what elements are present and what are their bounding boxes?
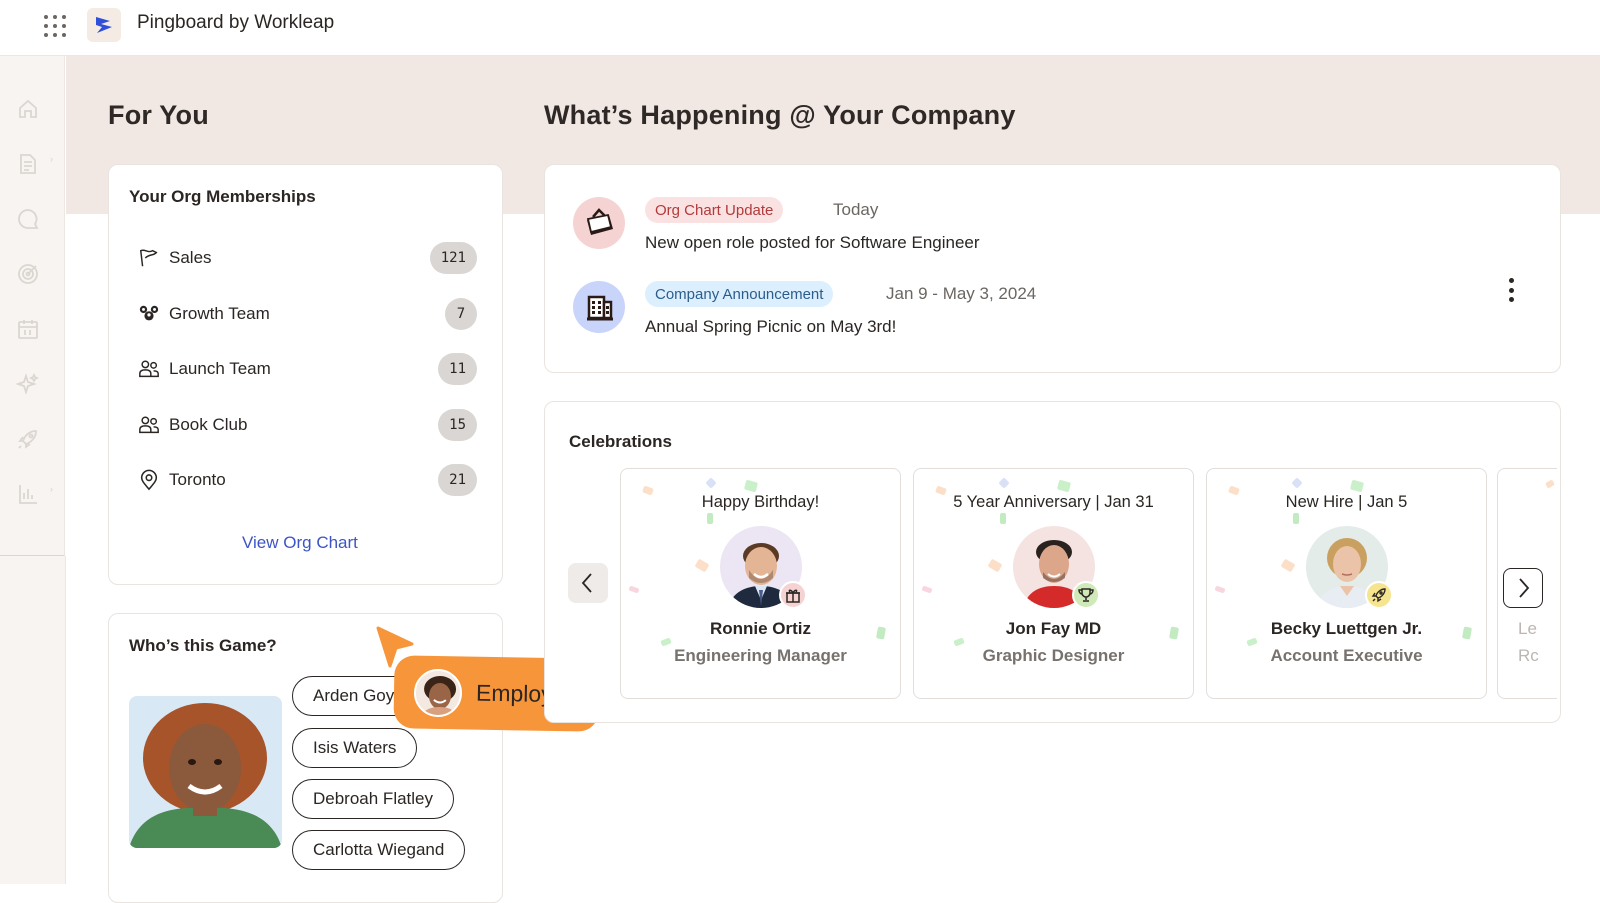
- game-option-isis-waters[interactable]: Isis Waters: [292, 728, 418, 768]
- game-option-debroah-flatley[interactable]: Debroah Flatley: [292, 779, 455, 819]
- sidebar-item-highlights[interactable]: [14, 370, 42, 398]
- company-feed-card: Org Chart Update Today New open role pos…: [544, 164, 1561, 373]
- sidebar-item-documents[interactable]: [14, 150, 42, 178]
- membership-label: Book Club: [169, 415, 248, 434]
- top-bar: Pingboard by Workleap: [0, 0, 1600, 56]
- app-launcher-grid-icon[interactable]: [42, 13, 68, 39]
- location-pin-icon: [137, 468, 161, 492]
- feed-category-tag[interactable]: Org Chart Update: [645, 197, 784, 223]
- employee-avatar: [413, 668, 463, 717]
- people-icon: [137, 413, 161, 437]
- membership-label: Toronto: [169, 470, 226, 489]
- carousel-prev-button[interactable]: [568, 563, 608, 603]
- celebration-card-new-hire[interactable]: New Hire | Jan 5 Becky Luettgen Jr. Acco…: [1206, 468, 1487, 699]
- game-option-carlotta-wiegand[interactable]: Carlotta Wiegand: [292, 830, 466, 870]
- game-title: Who’s this Game?: [129, 636, 277, 655]
- carousel-next-button[interactable]: [1503, 568, 1543, 608]
- org-memberships-card: Your Org Memberships Sales 121 Growth Te…: [108, 164, 503, 585]
- team-group-icon: [137, 302, 161, 326]
- celebration-role: Engineering Manager: [674, 646, 847, 665]
- chevron-right-icon[interactable]: ›: [50, 484, 53, 494]
- celebration-role: Account Executive: [1270, 646, 1423, 665]
- pingboard-logo[interactable]: [87, 8, 121, 42]
- membership-item-growth-team[interactable]: Growth Team 7: [137, 296, 477, 332]
- celebration-name: Le: [1518, 619, 1537, 638]
- sidebar-item-reports[interactable]: [14, 480, 42, 508]
- membership-item-sales[interactable]: Sales 121: [137, 240, 477, 276]
- flag-icon: [137, 246, 161, 270]
- rocket-icon: [18, 430, 37, 449]
- celebration-card-anniversary[interactable]: 5 Year Anniversary | Jan 31 Jon Fay MD G…: [913, 468, 1194, 699]
- for-you-title: For You: [108, 100, 209, 130]
- member-count-badge: 7: [445, 298, 477, 330]
- chat-bubble-icon: [18, 209, 39, 229]
- sidebar-item-onboarding[interactable]: [14, 425, 42, 453]
- membership-label: Launch Team: [169, 359, 271, 378]
- sidebar-item-calendar[interactable]: [14, 315, 42, 343]
- whats-happening-title: What’s Happening @ Your Company: [544, 100, 1016, 130]
- building-icon: [573, 281, 625, 333]
- membership-label: Growth Team: [169, 304, 270, 323]
- target-icon: [18, 264, 38, 284]
- membership-item-book-club[interactable]: Book Club 15: [137, 407, 477, 443]
- feed-category-tag[interactable]: Company Announcement: [645, 281, 834, 307]
- celebration-card-birthday[interactable]: Happy Birthday! Ronnie Ortiz Engineering…: [620, 468, 901, 699]
- gift-icon: [779, 581, 807, 609]
- people-icon: [137, 357, 161, 381]
- feed-item[interactable]: Org Chart Update Today New open role pos…: [573, 197, 1473, 269]
- org-memberships-title: Your Org Memberships: [129, 187, 316, 206]
- chevron-right-icon: [1519, 578, 1530, 598]
- celebration-heading: Happy Birthday!: [701, 493, 820, 511]
- celebration-name: Jon Fay MD: [1005, 619, 1102, 638]
- game-person-photo: [129, 696, 282, 848]
- rocket-icon: [1365, 581, 1393, 609]
- membership-item-toronto[interactable]: Toronto 21: [137, 462, 477, 498]
- member-count-badge: 21: [438, 464, 477, 496]
- view-org-chart-link[interactable]: View Org Chart: [242, 533, 358, 553]
- briefcase-icon: [573, 197, 625, 249]
- feed-text: New open role posted for Software Engine…: [645, 233, 980, 252]
- sidebar-item-home[interactable]: [14, 95, 42, 123]
- chevron-right-icon[interactable]: ›: [50, 154, 53, 164]
- feed-date: Jan 9 - May 3, 2024: [886, 284, 1037, 303]
- celebration-heading: New Hire | Jan 5: [1285, 493, 1408, 511]
- celebration-role: Rc: [1518, 646, 1539, 665]
- calendar-icon: [18, 320, 38, 339]
- feed-text: Annual Spring Picnic on May 3rd!: [645, 317, 897, 336]
- celebration-name: Becky Luettgen Jr.: [1270, 619, 1423, 638]
- membership-item-launch-team[interactable]: Launch Team 11: [137, 351, 477, 387]
- celebration-heading: 5 Year Anniversary | Jan 31: [953, 493, 1154, 511]
- bar-chart-icon: [19, 485, 37, 504]
- chevron-left-icon: [581, 573, 592, 593]
- sidebar-nav: › ›: [0, 56, 65, 556]
- app-title: Pingboard by Workleap: [137, 12, 335, 33]
- sidebar-item-chat[interactable]: [14, 205, 42, 233]
- sparkle-icon: [16, 372, 40, 395]
- celebration-role: Graphic Designer: [982, 646, 1125, 665]
- more-options-icon[interactable]: [1504, 276, 1518, 304]
- home-icon: [19, 99, 37, 118]
- membership-label: Sales: [169, 248, 212, 267]
- member-count-badge: 15: [438, 409, 477, 441]
- celebration-name: Ronnie Ortiz: [709, 619, 812, 638]
- document-icon: [20, 154, 36, 174]
- feed-date: Today: [833, 200, 879, 219]
- celebrations-title: Celebrations: [569, 432, 672, 451]
- sidebar-item-goals[interactable]: [14, 260, 42, 288]
- feed-item[interactable]: Company Announcement Jan 9 - May 3, 2024…: [573, 281, 1473, 353]
- trophy-icon: [1072, 581, 1100, 609]
- member-count-badge: 11: [438, 353, 477, 385]
- member-count-badge: 121: [429, 242, 477, 274]
- sidebar-lower-area: [0, 556, 66, 884]
